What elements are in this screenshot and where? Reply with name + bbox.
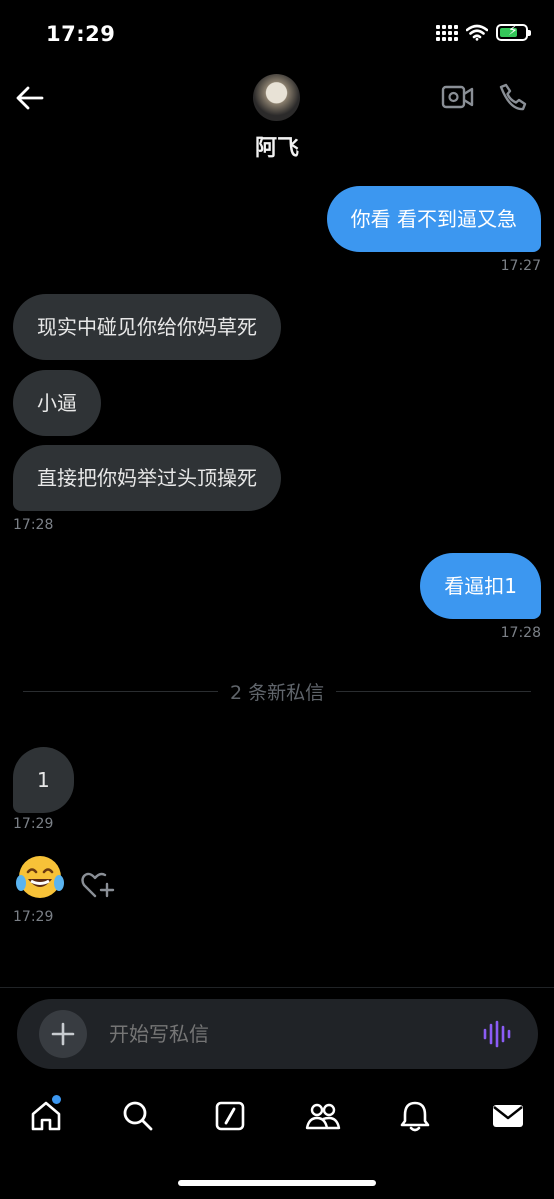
nav-compose[interactable] (207, 1093, 253, 1139)
message-bubble-incoming[interactable]: 直接把你妈举过头顶操死 (13, 445, 281, 511)
nav-messages[interactable] (485, 1093, 531, 1139)
message-time: 17:28 (13, 517, 54, 533)
message-time: 17:28 (500, 625, 541, 641)
back-arrow-icon[interactable] (14, 84, 46, 112)
laughing-emoji[interactable] (14, 853, 66, 901)
message-input[interactable] (109, 999, 459, 1069)
home-indicator (178, 1180, 376, 1186)
phone-call-icon[interactable] (498, 82, 528, 112)
avatar[interactable] (253, 74, 300, 121)
add-attachment-button[interactable] (39, 1010, 87, 1058)
signal-icon (436, 24, 458, 41)
plus-icon (51, 1022, 75, 1046)
message-time: 17:29 (13, 909, 54, 925)
message-bubble-outgoing[interactable]: 你看 看不到逼又急 (326, 186, 541, 252)
search-icon (123, 1101, 153, 1131)
message-bubble-incoming[interactable]: 现实中碰见你给你妈草死 (13, 294, 281, 360)
composer-separator (0, 987, 554, 988)
heart-plus-icon[interactable] (80, 870, 116, 900)
nav-search[interactable] (115, 1093, 161, 1139)
compose-icon (215, 1101, 245, 1131)
nav-notifications[interactable] (392, 1093, 438, 1139)
bottom-nav (0, 1093, 554, 1143)
mail-icon (493, 1105, 523, 1127)
video-call-icon[interactable] (441, 84, 474, 110)
status-time: 17:29 (46, 22, 116, 46)
message-composer (17, 999, 538, 1069)
home-icon (31, 1101, 61, 1131)
new-messages-divider: 2 条新私信 (23, 678, 532, 704)
wifi-icon (466, 24, 488, 41)
home-badge (52, 1095, 61, 1104)
contact-name[interactable]: 阿飞 (0, 130, 554, 162)
new-messages-label: 2 条新私信 (229, 681, 325, 704)
message-bubble-incoming[interactable]: 1 (13, 747, 74, 813)
battery-icon: ⚡ (496, 24, 531, 41)
message-bubble-outgoing[interactable]: 看逼扣1 (420, 553, 541, 619)
message-time: 17:29 (13, 816, 54, 832)
message-time: 17:27 (500, 258, 541, 274)
bell-icon (400, 1101, 430, 1132)
voice-wave-icon[interactable] (482, 1019, 512, 1049)
communities-icon (305, 1103, 341, 1130)
nav-communities[interactable] (300, 1093, 346, 1139)
nav-home[interactable] (23, 1093, 69, 1139)
status-icons: ⚡ (436, 24, 531, 41)
message-bubble-incoming[interactable]: 小逼 (13, 370, 101, 436)
